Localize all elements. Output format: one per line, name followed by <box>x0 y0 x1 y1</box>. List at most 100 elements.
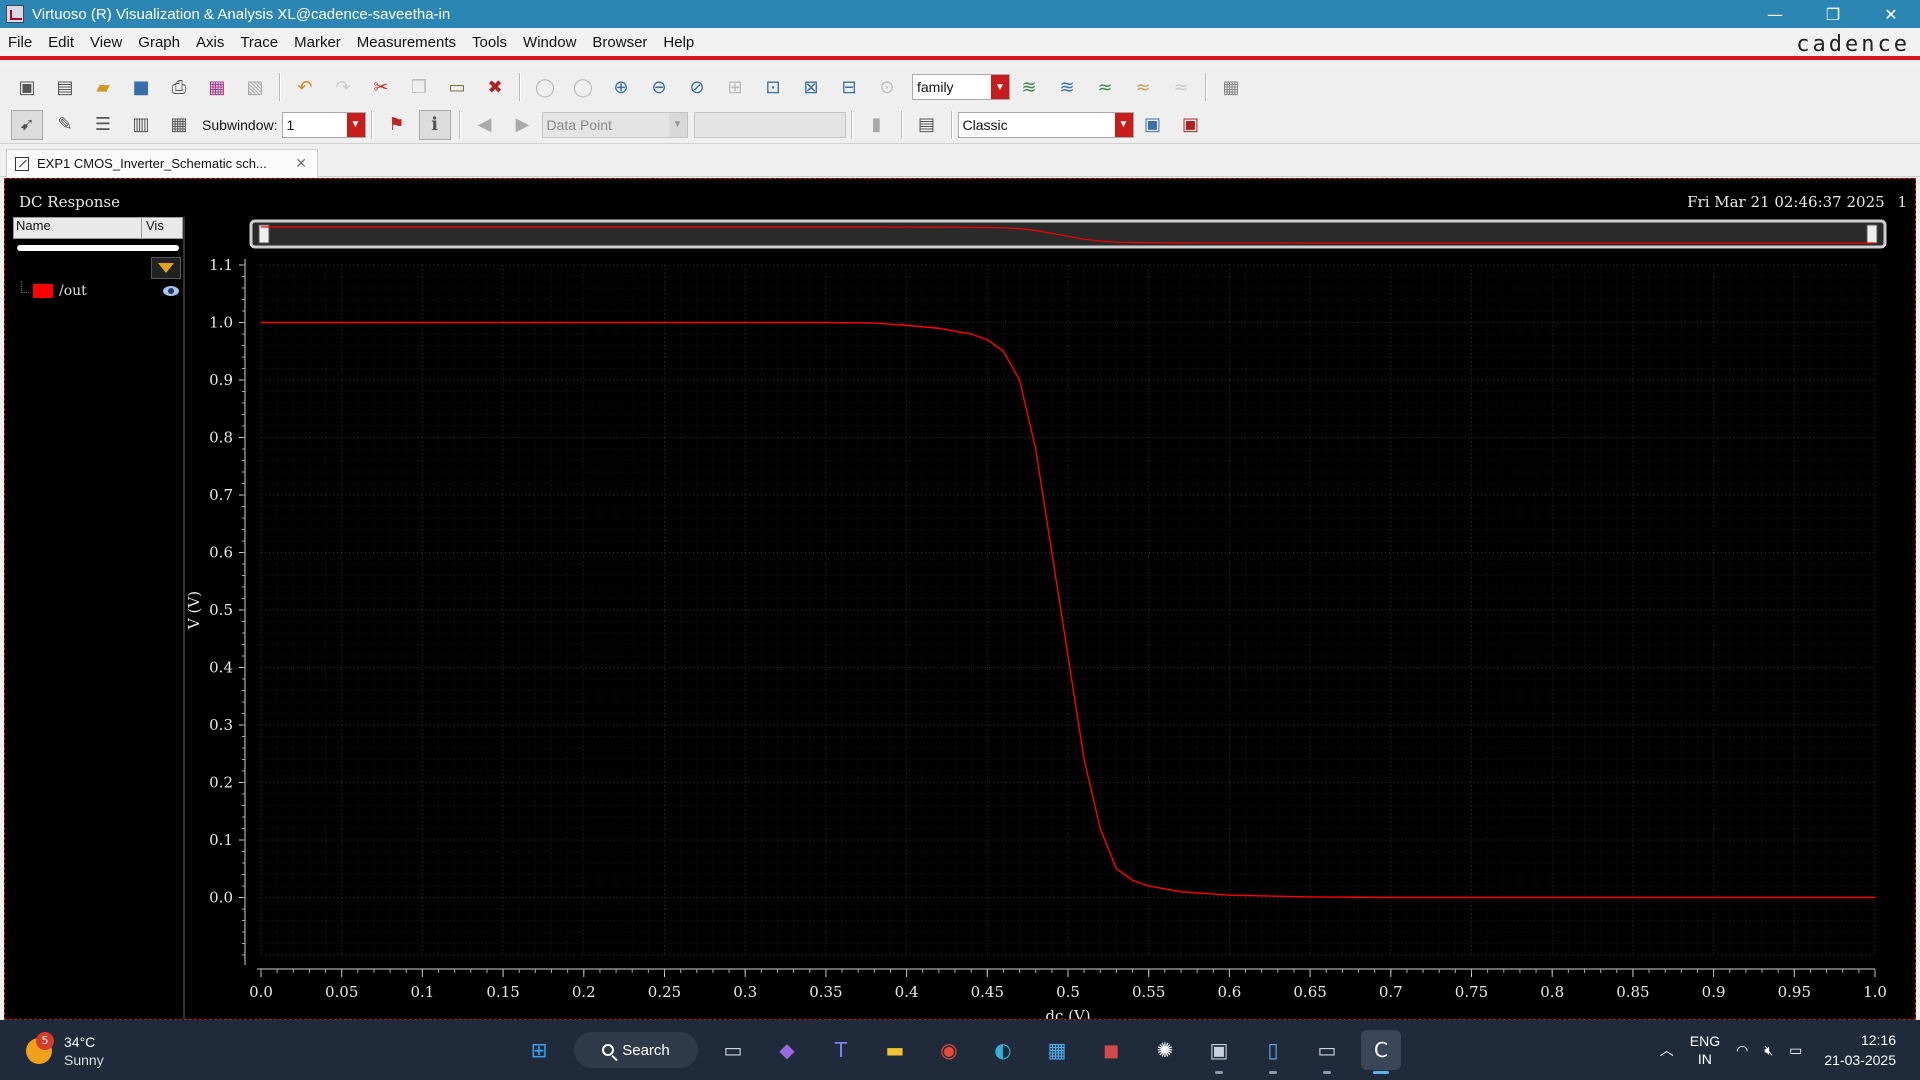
previous-marker-icon[interactable]: ◀ <box>469 110 501 140</box>
weather-widget[interactable]: 5 34°C Sunny <box>24 1030 164 1070</box>
table-icon[interactable]: ▤ <box>911 110 943 140</box>
next-marker-icon[interactable]: ▶ <box>507 110 539 140</box>
tab-exp1-schematic[interactable]: EXP1 CMOS_Inverter_Schematic sch... ✕ <box>6 149 318 177</box>
taskbar-search[interactable]: Search <box>574 1032 698 1068</box>
show-hidden-icons-chevron[interactable]: ︿ <box>1660 1040 1674 1060</box>
start-windows-icon[interactable]: ⊞ <box>519 1030 559 1070</box>
volume-muted-icon[interactable]: 🔇︎ <box>1764 1042 1773 1059</box>
trace-strip-icon[interactable]: ≈ <box>1089 72 1121 102</box>
x-scroll-strip[interactable] <box>249 219 1887 249</box>
print-icon[interactable]: ⎙ <box>163 72 195 102</box>
close-button[interactable]: ✕ <box>1862 0 1920 28</box>
clock[interactable]: 12:16 21-03-2025 <box>1824 1030 1896 1070</box>
menu-tools[interactable]: Tools <box>464 34 515 51</box>
menu-axis[interactable]: Axis <box>188 34 232 51</box>
data-point <box>986 339 988 341</box>
visibility-eye-icon[interactable] <box>163 286 179 296</box>
col-vis-header[interactable]: Vis <box>142 218 164 238</box>
open-folder-icon[interactable]: ▰ <box>87 72 119 102</box>
side-by-side-icon[interactable]: ▥ <box>125 110 157 140</box>
tile-grid-icon[interactable]: ▦ <box>163 110 195 140</box>
scroll-left-handle[interactable] <box>258 224 270 244</box>
cadence-taskbar-icon[interactable]: C <box>1361 1030 1401 1074</box>
file-explorer-icon[interactable]: ▬ <box>875 1030 915 1070</box>
scroll-right-handle[interactable] <box>1866 224 1878 244</box>
trace-row-out[interactable]: /out <box>21 281 181 301</box>
zoom-x-icon[interactable]: ⊞ <box>719 72 751 102</box>
trace-family-icon[interactable]: ≈ <box>1165 72 1197 102</box>
col-name-header[interactable]: Name <box>14 218 142 238</box>
copy-icon[interactable]: ❐ <box>403 72 435 102</box>
marker-type-select[interactable]: Data Point ▼ <box>541 111 688 138</box>
plot-canvas[interactable]: 0.0 0.05 0.1 0.15 0.2 0.25 0.3 0.35 0.4 0.45 0.5 0.… <box>5 179 1915 1019</box>
stack-rows-icon[interactable]: ☰ <box>87 110 119 140</box>
menu-view[interactable]: View <box>82 34 130 51</box>
menu-browser[interactable]: Browser <box>584 34 655 51</box>
marker-flag-icon[interactable]: ⚑ <box>381 110 413 140</box>
style-select[interactable]: Classic ▼ <box>957 111 1134 138</box>
chrome-icon[interactable]: ◉ <box>929 1030 969 1070</box>
bar-chart-icon[interactable]: ▮ <box>861 110 893 140</box>
zoom-marquee-icon[interactable]: ◯ <box>529 72 561 102</box>
new-subwindow-icon[interactable]: ▤ <box>49 72 81 102</box>
battery-icon[interactable]: ▭ <box>1789 1042 1802 1059</box>
edge-icon[interactable]: ◐ <box>983 1030 1023 1070</box>
export-image-icon[interactable]: ▦ <box>201 72 233 102</box>
trace-split-icon[interactable]: ≋ <box>1051 72 1083 102</box>
redo-icon[interactable]: ↷ <box>327 72 359 102</box>
zoom-in-icon[interactable]: ⊕ <box>605 72 637 102</box>
paste-icon[interactable]: ▭ <box>441 72 473 102</box>
zoom-xy-icon[interactable]: ⊟ <box>833 72 865 102</box>
delete-style-icon[interactable]: ▣ <box>1175 110 1207 140</box>
grid-icon[interactable]: ▦ <box>1215 72 1247 102</box>
wifi-icon[interactable]: ◠ <box>1736 1042 1748 1059</box>
menu-help[interactable]: Help <box>655 34 702 51</box>
undo-icon[interactable]: ↶ <box>289 72 321 102</box>
terminal-icon[interactable]: ▭ <box>1307 1030 1347 1074</box>
info-icon[interactable]: ℹ <box>418 109 451 140</box>
copilot-icon[interactable]: ◆ <box>767 1030 807 1070</box>
chatgpt-icon[interactable]: ✺ <box>1145 1030 1185 1070</box>
minimize-button[interactable]: — <box>1746 0 1804 28</box>
cut-icon[interactable]: ✂ <box>365 72 397 102</box>
menu-file[interactable]: File <box>0 34 40 51</box>
annotation-icon[interactable]: ✎ <box>49 110 81 140</box>
toolbar-separator <box>900 110 903 139</box>
trace-browser-scrollbar[interactable] <box>17 245 179 251</box>
tab-close-icon[interactable]: ✕ <box>295 155 307 172</box>
data-point <box>583 321 585 324</box>
menu-trace[interactable]: Trace <box>232 34 286 51</box>
zoom-pan-icon[interactable]: ◯ <box>567 72 599 102</box>
x-tick-label: 0.7 <box>1379 983 1403 1001</box>
select-pointer-icon[interactable]: ➹ <box>11 109 43 140</box>
menu-graph[interactable]: Graph <box>130 34 188 51</box>
menu-edit[interactable]: Edit <box>40 34 82 51</box>
zoom-fit-icon[interactable]: ⊘ <box>681 72 713 102</box>
trace-stack-icon[interactable]: ≋ <box>1013 72 1045 102</box>
save-icon[interactable]: ■ <box>125 72 157 102</box>
delete-icon[interactable]: ✖ <box>479 72 511 102</box>
media-app-icon[interactable]: ◼ <box>1091 1030 1131 1070</box>
zoom-reset-icon[interactable]: ⊙ <box>871 72 903 102</box>
menu-window[interactable]: Window <box>515 34 584 51</box>
zoom-box-icon[interactable]: ⊡ <box>757 72 789 102</box>
family-select[interactable]: family ▼ <box>912 74 1010 100</box>
marker-value-field[interactable] <box>693 111 846 138</box>
menu-marker[interactable]: Marker <box>286 34 349 51</box>
store-icon[interactable]: ▦ <box>1037 1030 1077 1070</box>
apply-style-icon[interactable]: ▣ <box>1137 110 1169 140</box>
menu-measurements[interactable]: Measurements <box>349 34 464 51</box>
zoom-y-icon[interactable]: ⊠ <box>795 72 827 102</box>
task-view-icon[interactable]: ▭ <box>713 1030 753 1070</box>
filter-icon[interactable] <box>151 257 181 279</box>
language-indicator[interactable]: ENG IN <box>1690 1032 1720 1068</box>
new-window-icon[interactable]: ▣ <box>11 72 43 102</box>
teams-icon[interactable]: T <box>821 1030 861 1070</box>
calculator-icon[interactable]: ▧ <box>239 72 271 102</box>
restore-button[interactable]: ❐ <box>1804 0 1862 28</box>
zoom-out-icon[interactable]: ⊖ <box>643 72 675 102</box>
remote-desktop-icon[interactable]: ▣ <box>1199 1030 1239 1074</box>
trace-overlay-icon[interactable]: ≈ <box>1127 72 1159 102</box>
subwindow-select[interactable]: 1 ▼ <box>281 111 366 138</box>
notepad-icon[interactable]: ▯ <box>1253 1030 1293 1074</box>
